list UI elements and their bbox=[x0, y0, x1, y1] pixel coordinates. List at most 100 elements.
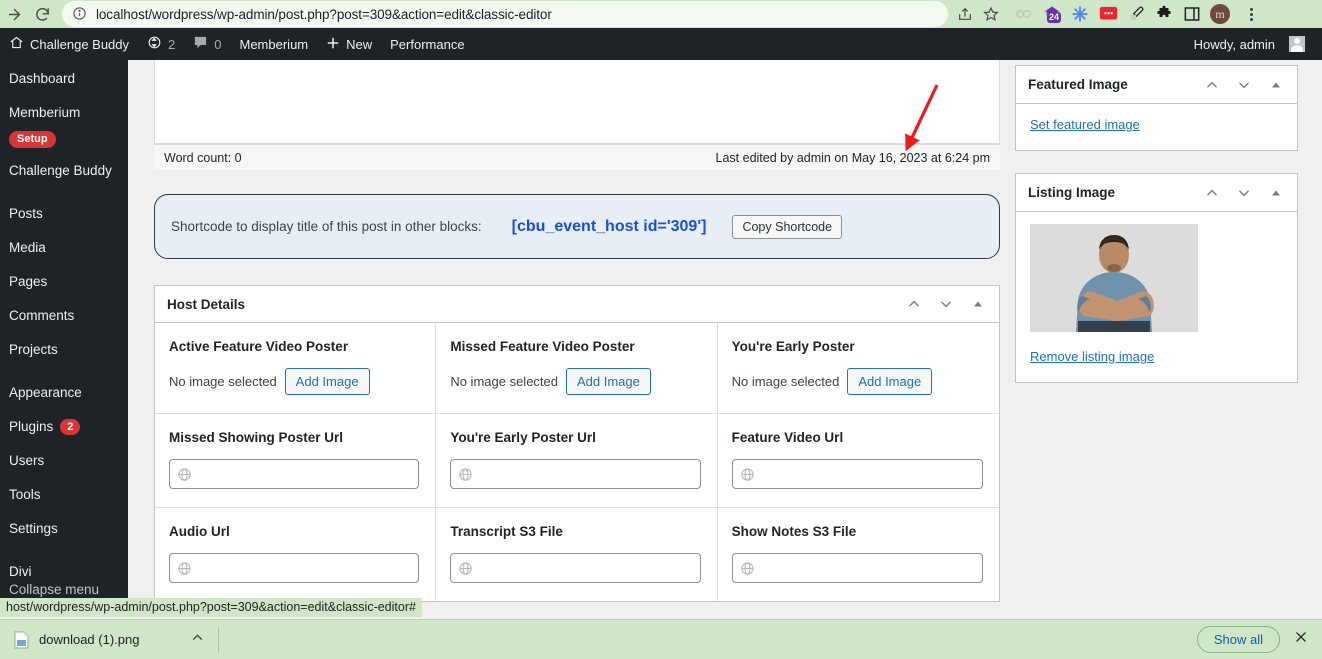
puzzle-extensions-icon[interactable] bbox=[1154, 4, 1174, 24]
share-icon[interactable] bbox=[952, 1, 978, 27]
three-dot-menu-icon[interactable] bbox=[1242, 7, 1260, 21]
featured-image-title: Featured Image bbox=[1028, 77, 1128, 92]
field-label: Feature Video Url bbox=[731, 430, 844, 445]
sidebar-item-challenge-buddy[interactable]: Challenge Buddy bbox=[0, 154, 128, 188]
sidebar-item-tools[interactable]: Tools bbox=[0, 478, 128, 512]
sidebar-item-plugins[interactable]: Plugins 2 bbox=[0, 410, 128, 444]
image-fields-row: Active Feature Video Poster No image sel… bbox=[155, 323, 999, 414]
set-featured-image-link[interactable]: Set featured image bbox=[1030, 117, 1140, 132]
profile-avatar[interactable]: m bbox=[1210, 4, 1230, 24]
url-fields-row-1: Missed Showing Poster Url You're Early P… bbox=[155, 414, 999, 508]
sidebar-item-appearance[interactable]: Appearance bbox=[0, 376, 128, 410]
url-input-wrapper[interactable] bbox=[450, 553, 701, 583]
url-text: localhost/wordpress/wp-admin/post.php?po… bbox=[96, 6, 552, 22]
close-icon[interactable] bbox=[1294, 630, 1308, 649]
sidebar-item-memberium[interactable]: Memberium bbox=[0, 96, 128, 130]
eyedropper-extension-icon[interactable] bbox=[1126, 4, 1146, 24]
sidebar-item-dashboard[interactable]: Dashboard bbox=[0, 62, 128, 96]
missed-showing-poster-url-input[interactable] bbox=[192, 466, 419, 482]
field-label: Transcript S3 File bbox=[450, 524, 563, 539]
url-input-wrapper[interactable] bbox=[450, 459, 701, 489]
adminbar-howdy[interactable]: Howdy, admin bbox=[1185, 28, 1314, 60]
add-image-button[interactable]: Add Image bbox=[566, 368, 651, 395]
move-down-icon[interactable] bbox=[1235, 184, 1253, 202]
field-show-notes-s3-file: Show Notes S3 File bbox=[718, 508, 999, 601]
transcript-s3-file-input[interactable] bbox=[473, 560, 700, 576]
star-icon[interactable] bbox=[978, 1, 1004, 27]
move-up-icon[interactable] bbox=[1203, 184, 1221, 202]
url-input-wrapper[interactable] bbox=[169, 459, 420, 489]
red-chat-extension-icon[interactable] bbox=[1098, 4, 1118, 24]
admin-sidebar: Dashboard Memberium Setup Challenge Budd… bbox=[0, 60, 128, 609]
chevron-up-icon[interactable] bbox=[191, 631, 204, 649]
url-input-wrapper[interactable] bbox=[169, 553, 420, 583]
add-image-button[interactable]: Add Image bbox=[847, 368, 933, 395]
copy-shortcode-button[interactable]: Copy Shortcode bbox=[732, 214, 843, 239]
purple-shield-extension-icon[interactable]: 24 bbox=[1042, 4, 1062, 24]
sidebar-item-label: Comments bbox=[9, 308, 75, 323]
remove-listing-image-link[interactable]: Remove listing image bbox=[1030, 349, 1154, 364]
move-down-icon[interactable] bbox=[937, 295, 955, 313]
adminbar-performance[interactable]: Performance bbox=[381, 28, 473, 60]
url-input-wrapper[interactable] bbox=[731, 459, 983, 489]
secondary-column: Featured Image Set featured image Listin… bbox=[1015, 65, 1298, 405]
toggle-panel-icon[interactable] bbox=[969, 295, 987, 313]
move-down-icon[interactable] bbox=[1235, 76, 1253, 94]
adminbar-comments[interactable]: 0 bbox=[184, 28, 230, 60]
sidebar-item-label: Appearance bbox=[9, 385, 82, 400]
toggle-panel-icon[interactable] bbox=[1267, 184, 1285, 202]
sidebar-divider bbox=[0, 546, 128, 555]
last-edited: Last edited by admin on May 16, 2023 at … bbox=[715, 150, 990, 165]
shortcode-notice: Shortcode to display title of this post … bbox=[154, 194, 1000, 259]
side-panel-icon[interactable] bbox=[1182, 4, 1202, 24]
forward-button[interactable] bbox=[0, 0, 28, 28]
updates-icon bbox=[147, 35, 162, 53]
word-count: Word count: 0 bbox=[164, 150, 242, 165]
sidebar-item-settings[interactable]: Settings bbox=[0, 512, 128, 546]
feature-video-url-input[interactable] bbox=[754, 466, 982, 482]
wp-admin-bar: Challenge Buddy 2 0 Memberium New Perfor… bbox=[0, 28, 1322, 60]
audio-url-input[interactable] bbox=[192, 560, 419, 576]
plus-icon bbox=[326, 36, 340, 53]
reload-button[interactable] bbox=[28, 0, 56, 28]
sidebar-item-media[interactable]: Media bbox=[0, 231, 128, 265]
sidebar-item-label: Memberium bbox=[9, 105, 81, 120]
listing-image-header: Listing Image bbox=[1016, 174, 1297, 212]
adminbar-memberium[interactable]: Memberium bbox=[231, 28, 318, 60]
show-notes-s3-file-input[interactable] bbox=[754, 560, 982, 576]
move-up-icon[interactable] bbox=[905, 295, 923, 313]
toggle-panel-icon[interactable] bbox=[1267, 76, 1285, 94]
host-details-header: Host Details bbox=[155, 286, 999, 323]
download-item[interactable]: download (1).png bbox=[14, 631, 204, 649]
sidebar-item-users[interactable]: Users bbox=[0, 444, 128, 478]
adminbar-site-name[interactable]: Challenge Buddy bbox=[0, 28, 138, 60]
globe-icon bbox=[177, 561, 192, 576]
address-bar[interactable]: localhost/wordpress/wp-admin/post.php?po… bbox=[62, 1, 948, 27]
sidebar-item-label: Challenge Buddy bbox=[9, 163, 112, 178]
sidebar-item-comments[interactable]: Comments bbox=[0, 299, 128, 333]
field-label: You're Early Poster bbox=[731, 339, 855, 354]
youre-early-poster-url-input[interactable] bbox=[473, 466, 700, 482]
sidebar-memberium-setup[interactable]: Setup bbox=[0, 130, 128, 154]
url-input-wrapper[interactable] bbox=[731, 553, 983, 583]
main-content: Word count: 0 Last edited by admin on Ma… bbox=[128, 60, 1322, 629]
sidebar-item-pages[interactable]: Pages bbox=[0, 265, 128, 299]
show-all-downloads-button[interactable]: Show all bbox=[1196, 626, 1280, 653]
add-image-button[interactable]: Add Image bbox=[284, 368, 370, 395]
adminbar-new[interactable]: New bbox=[317, 28, 381, 60]
adminbar-updates[interactable]: 2 bbox=[138, 28, 184, 60]
move-up-icon[interactable] bbox=[1203, 76, 1221, 94]
field-audio-url: Audio Url bbox=[155, 508, 437, 601]
sidebar-item-label: Posts bbox=[9, 206, 43, 221]
globe-icon bbox=[740, 561, 755, 576]
sidebar-item-posts[interactable]: Posts bbox=[0, 197, 128, 231]
listing-image-thumbnail[interactable] bbox=[1030, 224, 1198, 332]
field-label: Missed Feature Video Poster bbox=[450, 339, 635, 354]
spiral-extension-icon[interactable] bbox=[1014, 4, 1034, 24]
sidebar-item-projects[interactable]: Projects bbox=[0, 333, 128, 367]
setup-badge: Setup bbox=[9, 131, 56, 148]
site-info-icon[interactable] bbox=[72, 6, 88, 22]
primary-column: Word count: 0 Last edited by admin on Ma… bbox=[154, 60, 1000, 602]
blue-asterisk-extension-icon[interactable] bbox=[1070, 4, 1090, 24]
post-content-editor[interactable] bbox=[154, 60, 1000, 144]
